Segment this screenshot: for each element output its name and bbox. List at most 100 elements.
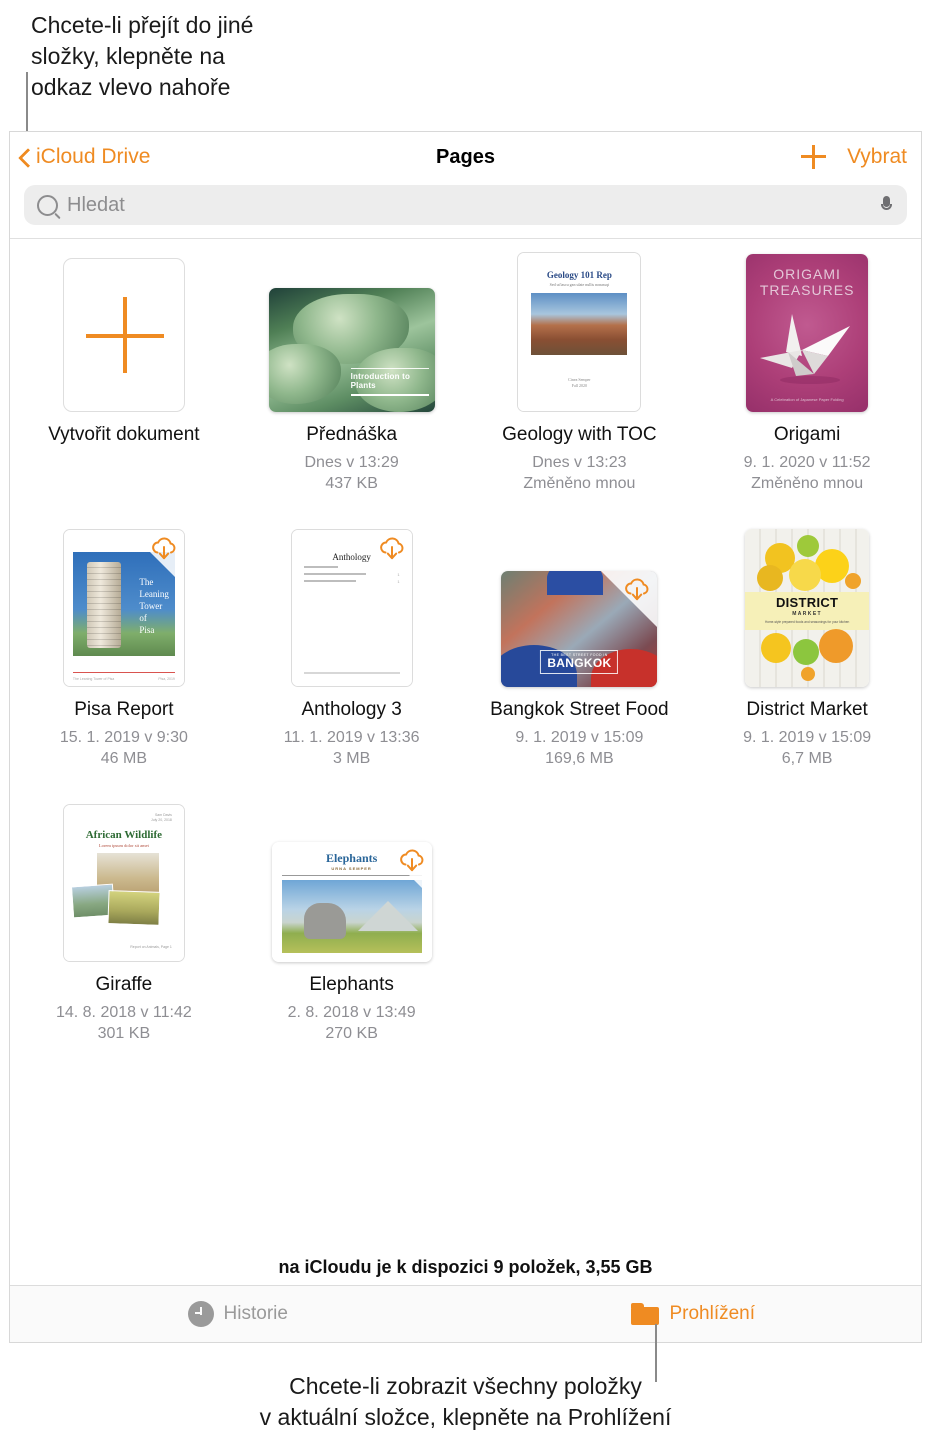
- search-placeholder: Hledat: [67, 193, 125, 216]
- document-cell-pisa-report[interactable]: The Leaning Tower of Pisa The Leaning To…: [10, 522, 238, 797]
- thumbnail-artwork: DISTRICT MARKET Home-style prepared food…: [745, 529, 870, 687]
- document-size: 3 MB: [332, 750, 371, 767]
- document-thumbnail[interactable]: Elephants URNA SEMPER: [271, 842, 432, 962]
- folder-icon: [631, 1303, 660, 1325]
- document-thumbnail[interactable]: Geology 101 Rep Sed ut'iascu gan ulate n…: [517, 252, 642, 412]
- search-area: Hledat: [10, 185, 921, 238]
- add-document-button[interactable]: [801, 144, 827, 169]
- document-cell-bangkok-street-food[interactable]: THE BEST STREET FOOD IN BANGKOK Bangkok …: [466, 522, 694, 797]
- thumbnail-container: DISTRICT MARKET Home-style prepared food…: [745, 522, 870, 687]
- document-size: 270 KB: [325, 1025, 378, 1042]
- thumbnail-container: Elephants URNA SEMPER: [271, 797, 432, 962]
- document-size: 46 MB: [100, 750, 147, 767]
- grid-empty-cell: [693, 797, 921, 1072]
- thumbnail-title: ORIGAMI TREASURES: [759, 266, 855, 298]
- document-grid: Vytvořit dokument Introduction to Plants…: [10, 239, 921, 1247]
- callout-top-leader-line: [26, 72, 28, 139]
- page-title: Pages: [436, 146, 495, 168]
- document-date: 9. 1. 2020 v 11:52: [743, 454, 871, 471]
- thumbnail-footer: The Leaning Tower of Pisa Pisa, 2019: [72, 677, 175, 681]
- thumbnail-title: Anthology: [332, 552, 371, 562]
- thumbnail-artwork: Elephants URNA SEMPER: [271, 842, 432, 962]
- thumbnail-header: Sam Davis July 20, 2018: [151, 813, 172, 822]
- create-document-label: Vytvořit dokument: [48, 424, 200, 445]
- grid-row: The Leaning Tower of Pisa The Leaning To…: [10, 522, 921, 797]
- thumbnail-footer: [303, 672, 400, 674]
- thumbnail-artwork: THE BEST STREET FOOD IN BANGKOK: [501, 571, 658, 687]
- document-thumbnail[interactable]: Sam Davis July 20, 2018 African Wildlife…: [62, 804, 185, 962]
- document-thumbnail[interactable]: ORIGAMI TREASURES A Celebration of Japan…: [746, 254, 869, 412]
- document-size: 437 KB: [325, 475, 378, 492]
- document-title: Geology with TOC: [502, 424, 657, 445]
- document-cell-origami[interactable]: ORIGAMI TREASURES A Celebration of Japan…: [693, 247, 921, 522]
- document-cell-anthology-3[interactable]: Anthology 11 Anthology 3 11. 1. 2019 v 1…: [238, 522, 466, 797]
- document-title: District Market: [746, 699, 868, 720]
- search-input[interactable]: Hledat: [24, 185, 907, 225]
- document-thumbnail[interactable]: Anthology 11: [290, 529, 413, 687]
- create-document-card[interactable]: [62, 258, 185, 412]
- grid-row: Sam Davis July 20, 2018 African Wildlife…: [10, 797, 921, 1072]
- thumbnail-subtitle: URNA SEMPER: [331, 866, 372, 871]
- tab-historie[interactable]: Historie: [10, 1286, 466, 1342]
- document-cell-prednaska[interactable]: Introduction to Plants Přednáška Dnes v …: [238, 247, 466, 522]
- grid-row: Vytvořit dokument Introduction to Plants…: [10, 247, 921, 522]
- document-cell-giraffe[interactable]: Sam Davis July 20, 2018 African Wildlife…: [10, 797, 238, 1072]
- callout-bottom-text: Chcete-li zobrazit všechny položky v akt…: [259, 1373, 672, 1430]
- document-thumbnail[interactable]: Introduction to Plants: [268, 288, 435, 412]
- thumbnail-caption: The Leaning Tower of Pisa: [139, 577, 169, 635]
- tab-bar: Historie Prohlížení: [10, 1285, 921, 1342]
- thumbnail-container: ORIGAMI TREASURES A Celebration of Japan…: [746, 247, 869, 412]
- tab-prohlizeni[interactable]: Prohlížení: [466, 1286, 922, 1342]
- document-title: Bangkok Street Food: [490, 699, 669, 720]
- document-date: 15. 1. 2019 v 9:30: [59, 729, 188, 746]
- thumbnail-title: Elephants: [325, 851, 378, 865]
- thumbnail-photo: [531, 293, 628, 355]
- thumbnail-tagline: Home-style prepared foods and seasonings…: [764, 620, 850, 624]
- storage-status-text: na iCloudu je k dispozici 9 položek, 3,5…: [278, 1257, 653, 1277]
- thumbnail-title: DISTRICT: [775, 595, 839, 610]
- origami-crane-illustration: [760, 314, 851, 384]
- document-cell-geology-with-toc[interactable]: Geology 101 Rep Sed ut'iascu gan ulate n…: [466, 247, 694, 522]
- thumbnail-page-numbers: 11: [397, 572, 400, 584]
- document-size: 169,6 MB: [545, 750, 614, 767]
- document-date: 14. 8. 2018 v 11:42: [55, 1004, 192, 1021]
- callout-top-text: Chcete-li přejít do jiné složky, klepnět…: [31, 12, 254, 100]
- document-cell-district-market[interactable]: DISTRICT MARKET Home-style prepared food…: [693, 522, 921, 797]
- thumbnail-artwork: Anthology 11: [291, 530, 412, 686]
- microphone-icon[interactable]: [881, 196, 892, 214]
- thumbnail-photo: The Leaning Tower of Pisa: [72, 552, 175, 656]
- thumbnail-container: THE BEST STREET FOOD IN BANGKOK: [501, 522, 658, 687]
- thumbnail-caption: Introduction to Plants: [350, 368, 429, 396]
- thumbnail-container: Introduction to Plants: [268, 247, 435, 412]
- create-document-thumb: [62, 247, 185, 412]
- tab-historie-label: Historie: [223, 1303, 288, 1324]
- thumbnail-artwork: ORIGAMI TREASURES A Celebration of Japan…: [746, 254, 869, 412]
- create-document-cell[interactable]: Vytvořit dokument: [10, 247, 238, 522]
- document-title: Přednáška: [306, 424, 398, 445]
- select-button[interactable]: Vybrat: [847, 145, 907, 169]
- document-cell-elephants[interactable]: Elephants URNA SEMPER Elephants 2. 8. 20…: [238, 797, 466, 1072]
- thumbnail-container: The Leaning Tower of Pisa The Leaning To…: [62, 522, 185, 687]
- thumbnail-caption: THE BEST STREET FOOD IN BANGKOK: [540, 650, 619, 674]
- thumbnail-subtitle: MARKET: [792, 611, 823, 617]
- document-date: 9. 1. 2019 v 15:09: [515, 729, 644, 746]
- thumbnail-subtitle: Lorem ipsum dolor sit amet: [98, 843, 149, 848]
- clock-icon: [187, 1301, 214, 1327]
- document-title: Pisa Report: [74, 699, 174, 720]
- document-title: Giraffe: [95, 974, 153, 995]
- thumbnail-artwork: The Leaning Tower of Pisa The Leaning To…: [63, 530, 184, 686]
- tab-prohlizeni-label: Prohlížení: [669, 1303, 756, 1324]
- document-thumbnail[interactable]: DISTRICT MARKET Home-style prepared food…: [745, 529, 870, 687]
- thumbnail-container: Geology 101 Rep Sed ut'iascu gan ulate n…: [517, 247, 642, 412]
- document-date: 9. 1. 2019 v 15:09: [743, 729, 872, 746]
- document-date: Dnes v 13:29: [304, 454, 399, 471]
- navigation-bar: iCloud Drive Pages Vybrat: [10, 132, 921, 185]
- thumbnail-title: Geology 101 Rep: [546, 270, 612, 280]
- document-date: 11. 1. 2019 v 13:36: [283, 729, 420, 746]
- thumbnail-container: Anthology 11: [290, 522, 413, 687]
- thumbnail-artwork: Sam Davis July 20, 2018 African Wildlife…: [63, 805, 184, 961]
- document-thumbnail[interactable]: The Leaning Tower of Pisa The Leaning To…: [62, 529, 185, 687]
- document-thumbnail[interactable]: THE BEST STREET FOOD IN BANGKOK: [501, 571, 658, 687]
- thumbnail-subtitle: Sed ut'iascu gan ulate nullis nonassqi: [549, 282, 610, 287]
- document-size: 301 KB: [97, 1025, 151, 1042]
